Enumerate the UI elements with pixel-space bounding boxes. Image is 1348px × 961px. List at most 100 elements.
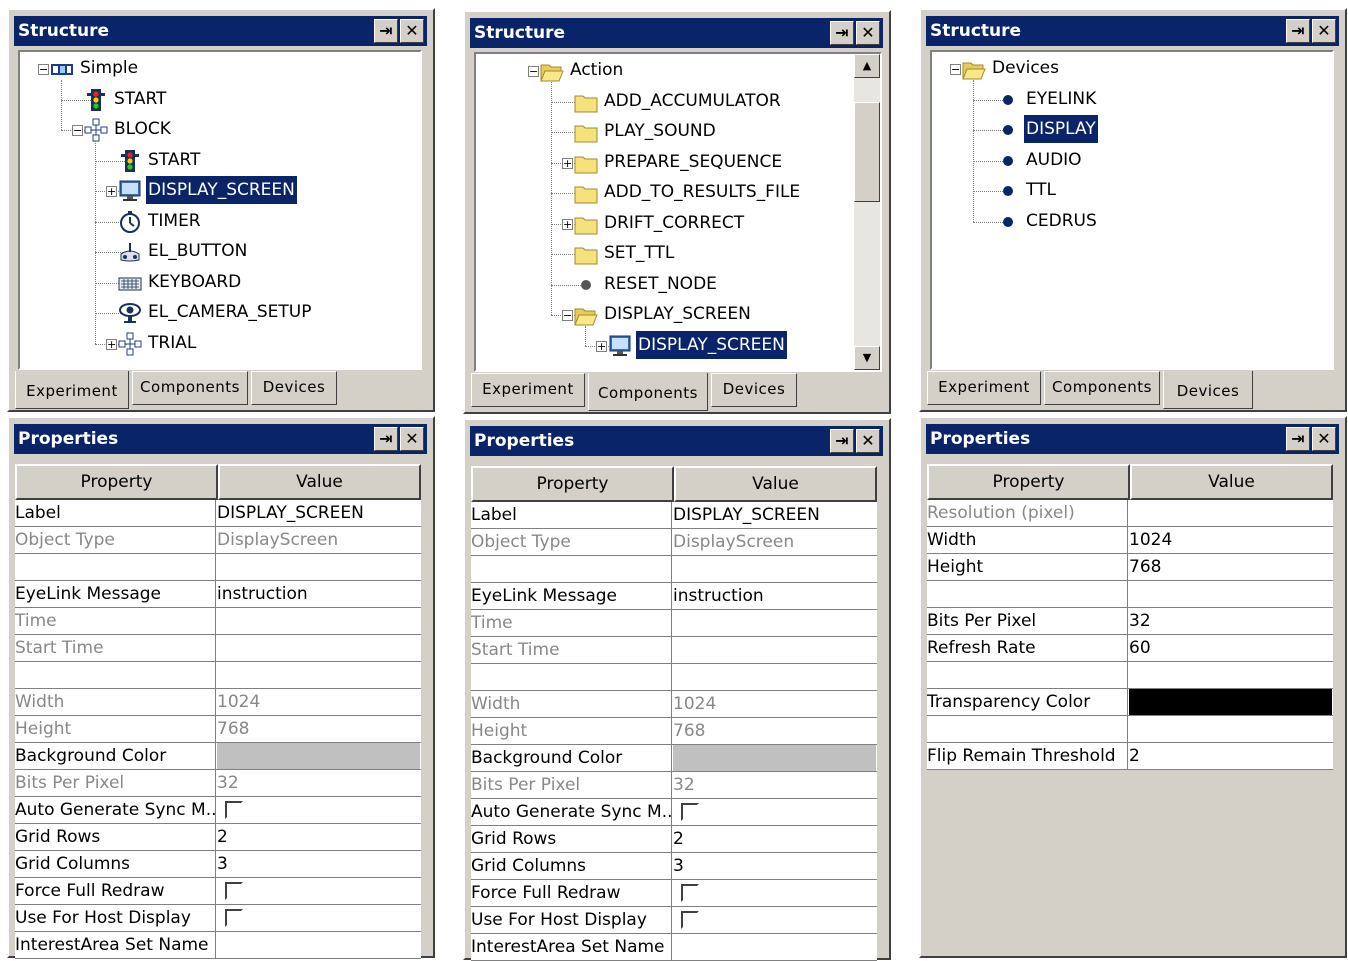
property-value[interactable] (1129, 581, 1332, 607)
checkbox[interactable] (681, 911, 699, 929)
tree-node[interactable]: − Devices (932, 54, 1332, 84)
color-swatch[interactable] (217, 743, 420, 769)
tree-node-label[interactable]: Simple (78, 54, 140, 82)
property-row[interactable] (15, 554, 421, 581)
tree-node-label[interactable]: AUDIO (1024, 146, 1084, 174)
column-header-property[interactable]: Property (927, 464, 1130, 500)
property-row[interactable]: Bits Per Pixel 32 (15, 770, 421, 797)
pin-icon[interactable]: ⇥ (374, 427, 398, 451)
collapse-icon[interactable]: − (528, 66, 539, 77)
tree-node-label[interactable]: DISPLAY_SCREEN (602, 300, 753, 328)
property-value[interactable] (217, 932, 420, 958)
property-value[interactable] (217, 797, 420, 823)
property-row[interactable]: Time (471, 610, 877, 637)
tab-components[interactable]: Components (1044, 371, 1160, 405)
tree-node-label[interactable]: CEDRUS (1024, 207, 1099, 235)
tree-node-label[interactable]: SET_TTL (602, 239, 676, 267)
tab-devices[interactable]: Devices (1163, 371, 1253, 409)
property-value[interactable]: instruction (673, 583, 876, 609)
property-value[interactable] (673, 934, 876, 960)
tree-node[interactable]: CEDRUS (932, 207, 1332, 237)
property-value[interactable] (673, 799, 876, 825)
tree-node[interactable]: EYELINK (932, 85, 1332, 115)
close-icon[interactable]: ✕ (400, 19, 424, 43)
property-row[interactable]: Grid Columns 3 (471, 853, 877, 880)
property-row[interactable] (471, 664, 877, 691)
tree-node[interactable]: TIMER (20, 207, 420, 237)
tab-experiment[interactable]: Experiment (15, 371, 129, 409)
tree-node-label[interactable]: START (146, 146, 202, 174)
property-row[interactable] (471, 556, 877, 583)
property-row[interactable]: Width 1024 (15, 689, 421, 716)
tree-node-label[interactable]: EL_BUTTON (146, 237, 249, 265)
tree-node[interactable]: + DISPLAY_SCREEN (476, 329, 880, 361)
property-row[interactable]: Start Time (471, 637, 877, 664)
tree-node[interactable]: EL_BUTTON (20, 237, 420, 267)
devices-tree[interactable]: − Devices EYELINK DISPLAY AUDIO TTL CEDRUS (930, 50, 1334, 370)
tree-node[interactable]: AUDIO (932, 146, 1332, 176)
column-header-value[interactable]: Value (674, 466, 877, 502)
property-value[interactable]: 2 (673, 826, 876, 852)
tree-node-label[interactable]: ADD_TO_RESULTS_FILE (602, 178, 802, 206)
tree-node[interactable]: − BLOCK (20, 115, 420, 145)
property-value[interactable] (673, 664, 876, 690)
property-value[interactable]: 1024 (1129, 527, 1332, 553)
color-swatch[interactable] (673, 745, 876, 771)
property-row[interactable] (927, 662, 1333, 689)
tree-node-label[interactable]: PLAY_SOUND (602, 117, 718, 145)
property-value[interactable] (217, 878, 420, 904)
property-row[interactable]: Bits Per Pixel 32 (927, 608, 1333, 635)
property-row[interactable]: Resolution (pixel) (927, 500, 1333, 527)
checkbox[interactable] (225, 882, 243, 900)
tree-node-label[interactable]: EYELINK (1024, 85, 1098, 113)
property-row[interactable]: Auto Generate Sync M... (471, 799, 877, 826)
close-icon[interactable]: ✕ (1312, 427, 1336, 451)
tree-node-label[interactable]: DRIFT_CORRECT (602, 209, 746, 237)
close-icon[interactable]: ✕ (856, 21, 880, 45)
property-row[interactable]: Background Color (15, 743, 421, 770)
tree-node[interactable]: KEYBOARD (20, 268, 420, 298)
property-value[interactable] (673, 745, 876, 771)
property-value[interactable]: DISPLAY_SCREEN (673, 502, 876, 528)
tree-node-label[interactable]: PREPARE_SEQUENCE (602, 148, 784, 176)
tab-components[interactable]: Components (588, 373, 708, 411)
property-row[interactable]: Height 768 (471, 718, 877, 745)
property-value[interactable] (673, 556, 876, 582)
tree-node[interactable]: + PREPARE_SEQUENCE (476, 148, 880, 178)
property-row[interactable]: Start Time (15, 635, 421, 662)
property-row[interactable]: Use For Host Display (471, 907, 877, 934)
property-row[interactable]: Width 1024 (471, 691, 877, 718)
pin-icon[interactable]: ⇥ (1286, 427, 1310, 451)
tree-node-label[interactable]: KEYBOARD (146, 268, 243, 296)
property-row[interactable]: EyeLink Message instruction (471, 583, 877, 610)
tree-node-label[interactable]: DISPLAY_SCREEN (145, 175, 298, 205)
property-row[interactable]: Grid Rows 2 (471, 826, 877, 853)
property-row[interactable]: Transparency Color (927, 689, 1333, 716)
property-row[interactable]: Height 768 (15, 716, 421, 743)
property-row[interactable]: Auto Generate Sync M... (15, 797, 421, 824)
property-value[interactable]: 3 (673, 853, 876, 879)
property-row[interactable]: Force Full Redraw (15, 878, 421, 905)
property-value[interactable]: 2 (1129, 743, 1332, 769)
property-row[interactable] (927, 716, 1333, 743)
property-row[interactable]: Object Type DisplayScreen (15, 527, 421, 554)
tree-node-label[interactable]: Action (568, 56, 625, 84)
property-value[interactable] (673, 880, 876, 906)
tree-node[interactable]: − DISPLAY_SCREEN (476, 300, 880, 330)
tree-node[interactable]: TTL (932, 176, 1332, 206)
color-swatch[interactable] (1129, 689, 1332, 715)
property-value[interactable] (1129, 662, 1332, 688)
tree-node-label[interactable]: BLOCK (112, 115, 173, 143)
property-row[interactable]: Time (15, 608, 421, 635)
tree-node[interactable]: ADD_ACCUMULATOR (476, 87, 880, 117)
pin-icon[interactable]: ⇥ (374, 19, 398, 43)
property-row[interactable] (927, 581, 1333, 608)
property-row[interactable]: Bits Per Pixel 32 (471, 772, 877, 799)
collapse-icon[interactable]: − (950, 64, 961, 75)
tree-node[interactable]: SET_TTL (476, 239, 880, 269)
collapse-icon[interactable]: − (562, 310, 573, 321)
close-icon[interactable]: ✕ (1312, 19, 1336, 43)
tree-node[interactable]: + DRIFT_CORRECT (476, 209, 880, 239)
property-value[interactable]: 768 (1129, 554, 1332, 580)
property-row[interactable]: Object Type DisplayScreen (471, 529, 877, 556)
